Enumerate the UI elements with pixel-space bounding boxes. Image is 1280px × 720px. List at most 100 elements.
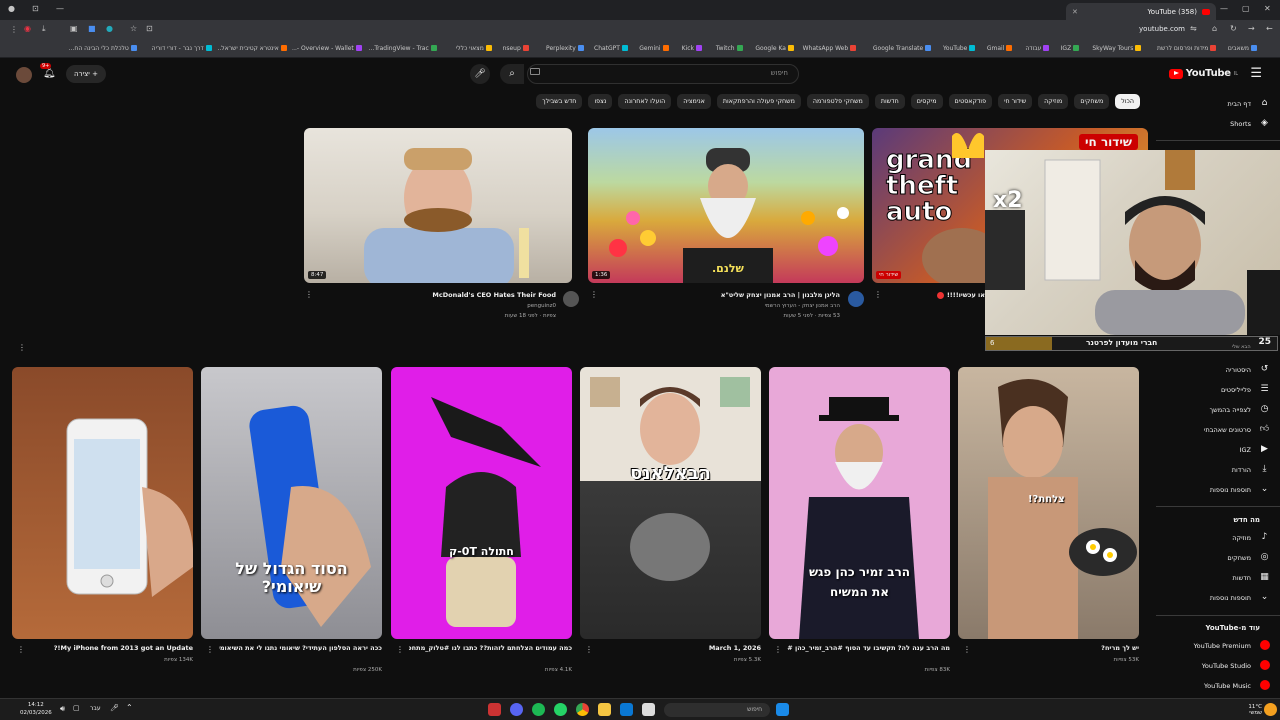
create-button[interactable]: יצירה + [66,65,106,83]
ext-3-icon[interactable]: ● [106,24,113,33]
channel-avatar[interactable] [848,291,864,307]
network-icon[interactable]: ▢ [73,704,80,712]
window-menu-icon[interactable]: ● [8,4,15,13]
bookmark-item[interactable]: משאבים [1221,45,1257,52]
extensions-icon[interactable]: ⋮ [10,25,18,34]
sidebar-item-more[interactable]: YouTube Music [1204,680,1270,691]
bookmark-item[interactable]: אינטרא קטיבית ישראל... [217,45,287,52]
bookmark-item[interactable]: ChatGPT [589,45,628,52]
weather-icon[interactable] [1264,703,1277,716]
screenshot-icon[interactable]: ⊡ [146,24,153,33]
sidebar-item-explore[interactable]: ▦ חדשות [1233,572,1270,583]
sidebar-item-home[interactable]: ⌂ דף הבית [1227,98,1270,109]
discord-icon[interactable] [510,703,523,716]
minimize-icon[interactable]: — [56,4,64,13]
filter-chip[interactable]: שידור חי [998,94,1033,109]
voice-search-button[interactable]: 🎤︎ [470,64,490,84]
filter-chip[interactable]: משחקי פעולה והרפתקאות [716,94,801,109]
bookmark-item[interactable]: Gemini [633,45,669,52]
bookmark-item[interactable]: Google Ka [748,45,794,52]
filter-chip[interactable]: מוזיקה [1038,94,1069,109]
address-bar[interactable]: youtube.com [1139,25,1185,33]
volume-icon[interactable]: 🔊︎ [60,704,65,714]
short-thumbnail-6[interactable]: צלחת?! [958,367,1139,639]
short-title[interactable]: יש לך מריח? [976,644,1139,652]
short-title[interactable]: March 1, 2026 [598,644,761,652]
start-button-icon[interactable] [776,703,789,716]
bookmark-item[interactable]: מצאוי כללי [442,45,492,52]
bookmark-item[interactable]: טלכלת כלי הבינה הח... [67,45,137,52]
short-thumbnail-5[interactable]: הרב זמיר כהן פגש את המשיח [769,367,950,639]
more-vert-icon[interactable]: ⋮ [305,290,313,299]
more-vert-icon[interactable]: ⋮ [590,290,598,299]
keyboard-icon[interactable] [530,68,540,75]
tray-chevron-icon[interactable]: ⌃ [126,703,133,712]
profile-icon[interactable]: ◉ [24,24,31,33]
bookmark-item[interactable]: YouTube [936,45,976,52]
sidebar-item-explore[interactable]: ◎ משחקים [1227,552,1270,563]
video-title[interactable]: או עכשיו!!!! [945,291,985,299]
filter-chip[interactable]: משחקי פלטפורמה [806,94,869,109]
tab-icon[interactable]: ⊡ [32,4,39,13]
sidebar-item-you[interactable]: 👍︎ סרטונים שאהבתי [1204,424,1270,435]
filter-chip[interactable]: מיקסים [910,94,943,109]
bookmark-item[interactable]: Overview - Wallet -... [292,45,362,52]
search-input[interactable]: חיפוש [527,64,799,84]
back-icon[interactable]: ← [1266,24,1273,33]
sidebar-item-explore[interactable]: ⌄ תוספות נוספות [1210,592,1270,603]
window-max-icon[interactable]: ▢ [1242,4,1250,13]
window-close-icon[interactable]: ✕ [1264,4,1271,13]
sidebar-item-shorts[interactable]: ◈ Shorts [1230,118,1270,129]
filter-chip[interactable]: פודקאסטים [948,94,993,109]
bookmark-item[interactable]: מידות ופרסום לרשת [1146,45,1217,52]
short-thumbnail-4[interactable]: הבאלאנס [580,367,761,639]
bookmark-item[interactable]: WhatsApp Web [799,45,857,52]
search-button[interactable]: ⌕ [500,64,524,84]
bookmark-item[interactable]: nseup [497,45,529,52]
close-tab-icon[interactable]: ✕ [1072,8,1078,16]
short-title[interactable]: מה הרב ענה לה? תקשיבו עד הסוף #הרב_זמיר_… [787,644,950,652]
download-icon[interactable]: ⤓ [42,24,46,34]
more-vert-icon[interactable]: ⋮ [585,645,593,654]
sidebar-item-explore[interactable]: ♪ מוזיקה [1232,532,1270,543]
bookmark-item[interactable]: Gmail [980,45,1013,52]
filter-chip[interactable]: אנימציה [677,94,711,109]
bookmark-item[interactable]: דרך נבר - דורי דוריה [142,45,212,52]
store-icon[interactable] [620,703,633,716]
short-thumbnail-3[interactable]: חתולה 0T-ק [391,367,572,639]
reload-icon[interactable]: ↻ [1230,24,1237,33]
tab-youtube[interactable]: (358) YouTube ✕ [1066,3,1216,20]
filter-chip[interactable]: חדש בשבילך [536,94,583,109]
sidebar-item-you[interactable]: ↺ היסטוריה [1226,364,1270,375]
sidebar-item-you[interactable]: ◷ לצפייה בהמשך [1210,404,1270,415]
chrome-icon[interactable] [576,703,589,716]
shorts-more-icon[interactable]: ⋮ [18,343,26,352]
forward-icon[interactable]: → [1248,24,1255,33]
bookmark-star-icon[interactable]: ☆ [130,24,137,33]
more-vert-icon[interactable]: ⋮ [774,645,782,654]
video-thumbnail-1[interactable]: 8:47 [304,128,572,283]
channel-name[interactable]: הרב אמנון יצחק - הערוץ הרשמי [612,303,840,309]
filter-chip[interactable]: הועלו לאחרונה [618,94,672,109]
short-title[interactable]: My iPhone from 2013 got an Update!? [30,644,193,652]
more-vert-icon[interactable]: ⋮ [206,645,214,654]
more-vert-icon[interactable]: ⋮ [17,645,25,654]
bookmark-item[interactable]: Twitch [707,45,743,52]
home-icon[interactable]: ⌂ [1212,24,1217,33]
short-thumbnail-1[interactable] [12,367,193,639]
filter-chip[interactable]: חדשות [874,94,905,109]
site-settings-icon[interactable]: ⇋ [1190,24,1197,33]
sidebar-item-you[interactable]: ▶ IGZ [1240,444,1270,455]
short-thumbnail-2[interactable]: הסוד הגדול של שיאומי? [201,367,382,639]
language-indicator[interactable]: עבר [90,705,101,712]
ext-1-icon[interactable]: ▣ [70,24,78,33]
bookmark-item[interactable]: Google Translate [861,45,932,52]
bookmark-item[interactable]: Perplexity [534,45,584,52]
short-title[interactable]: כמה עמודים הצלחתם לזהות?? כתבו לנו #טלוק… [409,644,572,652]
filter-chip[interactable]: נצפו [588,94,613,109]
weather-widget[interactable]: 11°C שמשי [1236,704,1262,716]
filter-chip[interactable]: משחקים [1074,94,1110,109]
avatar[interactable] [16,67,32,83]
short-title[interactable]: ככה יראה הסלפון העתידי? שיאומי נתנו לי א… [219,644,382,652]
bookmark-item[interactable]: TradingView - Trac... [367,45,437,52]
